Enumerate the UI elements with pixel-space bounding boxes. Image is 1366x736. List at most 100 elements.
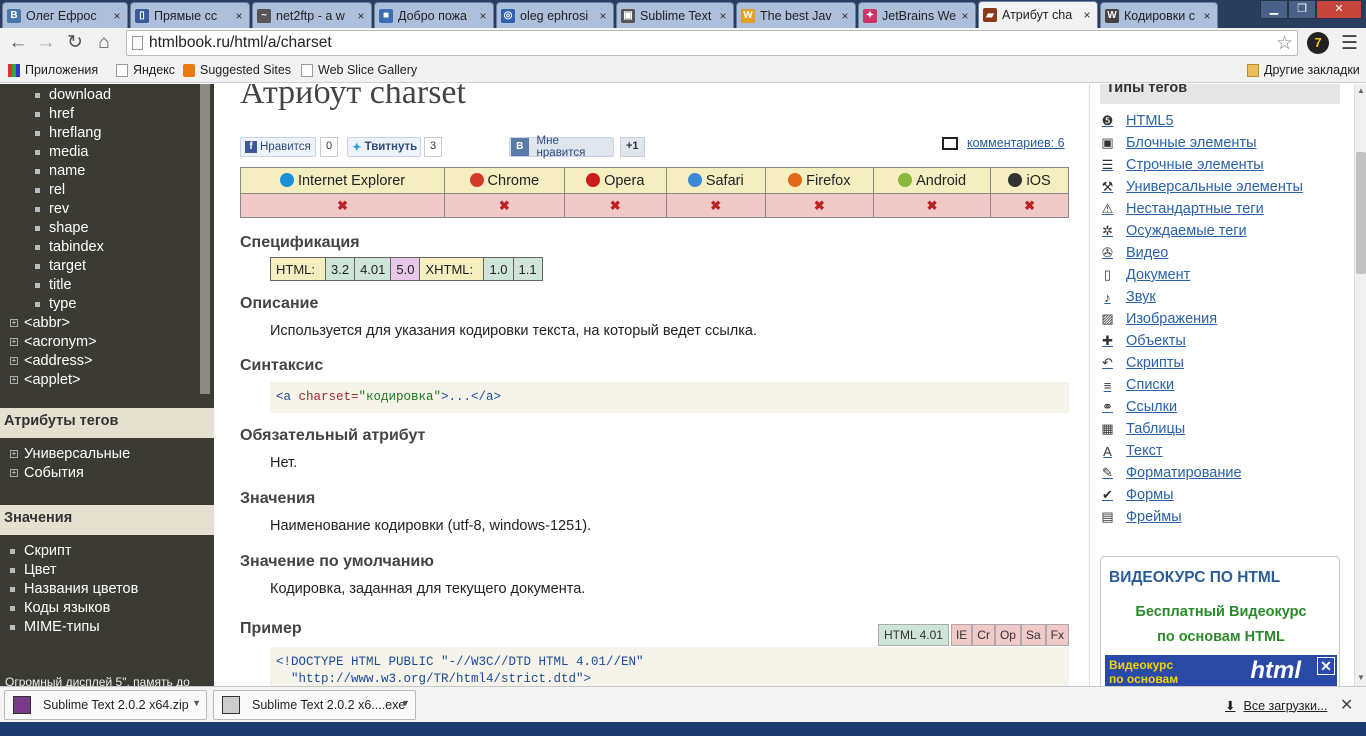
scrollbar-thumb[interactable] — [1356, 152, 1366, 274]
sidebar-tag-item[interactable]: + <address> — [10, 353, 93, 369]
scroll-down-icon[interactable]: ▼ — [1356, 673, 1366, 682]
download-item[interactable]: Sublime Text 2.0.2 x64.zip ▼ — [4, 690, 207, 720]
bookmark-yandex[interactable]: Яндекс — [116, 63, 175, 77]
tag-type-link[interactable]: ✇ Видео — [1100, 245, 1168, 261]
tag-type-link[interactable]: ▨ Изображения — [1100, 311, 1217, 327]
scroll-up-icon[interactable]: ▲ — [1356, 86, 1366, 95]
comments-link[interactable]: комментариев: 6 — [942, 136, 1065, 150]
sidebar-attr-link[interactable]: name — [35, 163, 85, 179]
browser-tab[interactable]: ■ Добро пожа × — [374, 2, 494, 28]
sidebar-tag-item[interactable]: + <abbr> — [10, 315, 70, 331]
bookmark-star-icon[interactable]: ☆ — [1276, 32, 1293, 55]
extension-7-icon[interactable]: 7 — [1307, 32, 1329, 54]
menu-icon[interactable]: ☰ — [1341, 32, 1358, 55]
tag-type-link[interactable]: ▦ Таблицы — [1100, 421, 1185, 437]
reload-button[interactable]: ↻ — [63, 31, 87, 55]
sidebar-attr-link[interactable]: type — [35, 296, 76, 312]
tag-type-link[interactable]: ✚ Объекты — [1100, 333, 1186, 349]
sidebar-scrollbar[interactable] — [200, 84, 210, 394]
sidebar-attr-group[interactable]: + Универсальные — [10, 446, 130, 462]
sidebar-tag-item[interactable]: + <acronym> — [10, 334, 97, 350]
video-course-title[interactable]: ВИДЕОКУРС ПО HTML — [1109, 569, 1280, 587]
sidebar-value-link[interactable]: Цвет — [10, 562, 57, 578]
browser-tab[interactable]: ▣ Sublime Text × — [616, 2, 734, 28]
sidebar-value-link[interactable]: Коды языков — [10, 600, 110, 616]
tag-type-link[interactable]: ⚭ Ссылки — [1100, 399, 1177, 415]
sidebar-attr-link[interactable]: rel — [35, 182, 65, 198]
tag-type-link[interactable]: ✎ Форматирование — [1100, 465, 1241, 481]
sidebar-value-link[interactable]: Скрипт — [10, 543, 71, 559]
tab-close-icon[interactable]: × — [233, 9, 245, 23]
tab-close-icon[interactable]: × — [111, 9, 123, 23]
sidebar-value-link[interactable]: Названия цветов — [10, 581, 138, 597]
browser-tab[interactable]: ✦ JetBrains We × — [858, 2, 976, 28]
bookmark-other[interactable]: Другие закладки — [1247, 63, 1360, 77]
tab-close-icon[interactable]: × — [717, 9, 729, 23]
close-icon[interactable]: ✕ — [1317, 657, 1335, 675]
browser-tab[interactable]: ▯ Прямые сс × — [130, 2, 250, 28]
sidebar-attr-group[interactable]: + События — [10, 465, 84, 481]
chevron-down-icon[interactable]: ▼ — [192, 698, 201, 708]
browser-tab[interactable]: W The best Jav × — [736, 2, 856, 28]
sidebar-attr-link[interactable]: shape — [35, 220, 89, 236]
tag-type-link[interactable]: ▣ Блочные элементы — [1100, 135, 1256, 151]
tag-type-link[interactable]: A Текст — [1100, 443, 1162, 459]
maximize-button[interactable]: ❐ — [1288, 0, 1316, 19]
ad-caption[interactable]: Огромный дисплей 5", память до — [5, 675, 190, 686]
bookmark-suggested-sites[interactable]: Suggested Sites — [183, 63, 291, 77]
home-button[interactable]: ⌂ — [92, 31, 116, 55]
video-course-line1[interactable]: Бесплатный Видеокурс — [1101, 604, 1341, 620]
address-bar[interactable]: htmlbook.ru/html/a/charset ☆ — [126, 30, 1298, 56]
tag-type-link[interactable]: ⚠ Нестандартные теги — [1100, 201, 1264, 217]
vk-like-button[interactable]: B Мне нравится — [509, 135, 614, 159]
browser-tab[interactable]: ▰ Атрибут cha × — [978, 1, 1098, 28]
sidebar-attr-link[interactable]: media — [35, 144, 89, 160]
tab-close-icon[interactable]: × — [355, 9, 367, 23]
sidebar-attr-link[interactable]: rev — [35, 201, 69, 217]
facebook-like-button[interactable]: f Нравится — [240, 137, 316, 157]
browser-tab[interactable]: ~ net2ftp - a w × — [252, 2, 372, 28]
browser-tab[interactable]: ◎ oleg ephrosi × — [496, 2, 614, 28]
sidebar-attr-link[interactable]: target — [35, 258, 86, 274]
sidebar-attr-link[interactable]: download — [35, 87, 111, 103]
minimize-button[interactable]: ▁ — [1260, 0, 1288, 19]
expand-plus-icon[interactable]: + — [10, 450, 18, 458]
sidebar-attr-link[interactable]: href — [35, 106, 74, 122]
page-scrollbar[interactable]: ▲ ▼ — [1354, 84, 1366, 686]
tab-close-icon[interactable]: × — [1201, 9, 1213, 23]
expand-plus-icon[interactable]: + — [10, 376, 18, 384]
tab-close-icon[interactable]: × — [839, 9, 851, 23]
sidebar-attr-link[interactable]: hreflang — [35, 125, 101, 141]
twitter-tweet-button[interactable]: ✦ Твитнуть — [347, 137, 421, 157]
expand-plus-icon[interactable]: + — [10, 469, 18, 477]
tag-type-link[interactable]: ✲ Осуждаемые теги — [1100, 223, 1247, 239]
tag-type-link[interactable]: ⚒ Универсальные элементы — [1100, 179, 1303, 195]
video-course-banner[interactable]: Видеокурс по основам html ✕ — [1105, 655, 1337, 686]
tag-type-link[interactable]: ▤ Фреймы — [1100, 509, 1181, 525]
tag-type-link[interactable]: ✔ Формы — [1100, 487, 1174, 503]
tab-close-icon[interactable]: × — [477, 9, 489, 23]
tab-close-icon[interactable]: × — [1081, 8, 1093, 22]
tab-close-icon[interactable]: × — [597, 9, 609, 23]
expand-plus-icon[interactable]: + — [10, 319, 18, 327]
all-downloads-link[interactable]: ⬇ Все загрузки... — [1225, 698, 1327, 714]
close-icon[interactable]: ✕ — [1340, 695, 1353, 715]
download-item[interactable]: Sublime Text 2.0.2 x6....exe ▼ — [213, 690, 416, 720]
tag-type-link[interactable]: ▯ Документ — [1100, 267, 1190, 283]
back-button[interactable]: ← — [6, 31, 30, 55]
sidebar-attr-link[interactable]: tabindex — [35, 239, 104, 255]
tag-type-link[interactable]: ❺ HTML5 — [1100, 113, 1174, 129]
expand-plus-icon[interactable]: + — [10, 338, 18, 346]
bookmark-web-slice-gallery[interactable]: Web Slice Gallery — [301, 63, 417, 77]
bookmark-apps[interactable]: Приложения — [8, 63, 98, 77]
expand-plus-icon[interactable]: + — [10, 357, 18, 365]
video-course-line2[interactable]: по основам HTML — [1101, 629, 1341, 645]
window-close-button[interactable]: ✕ — [1316, 0, 1362, 19]
sidebar-attr-link[interactable]: title — [35, 277, 72, 293]
browser-tab[interactable]: B Олег Ефрос × — [2, 2, 128, 28]
tab-close-icon[interactable]: × — [959, 9, 971, 23]
tag-type-link[interactable]: ↶ Скрипты — [1100, 355, 1184, 371]
tag-type-link[interactable]: ≡ Списки — [1100, 377, 1174, 393]
browser-tab[interactable]: W Кодировки с × — [1100, 2, 1218, 28]
chevron-down-icon[interactable]: ▼ — [401, 698, 410, 708]
